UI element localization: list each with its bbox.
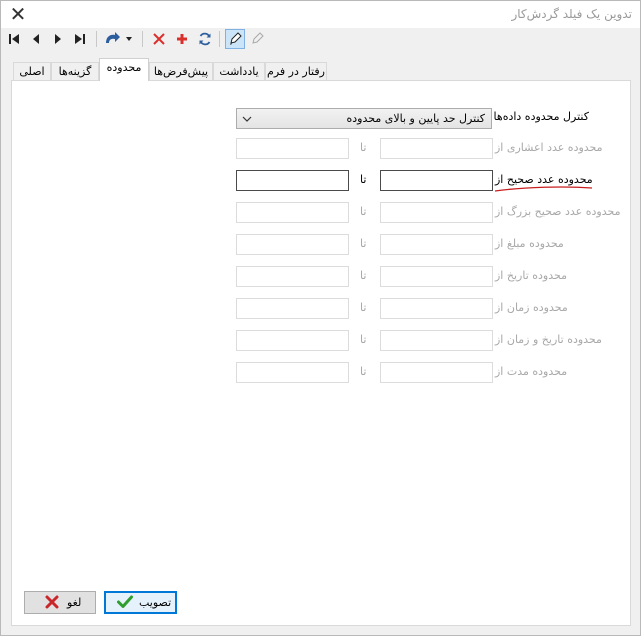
range-integer-to-field[interactable] <box>236 170 349 191</box>
refresh-icon[interactable] <box>195 29 215 49</box>
range-amount-from-field <box>380 234 493 255</box>
tab-options[interactable]: گزینه‌ها <box>51 62 99 82</box>
range-datetime-to-field <box>236 330 349 351</box>
range-datetime-label: محدوده تاریخ و زمان از <box>495 333 602 346</box>
range-time-to-label: تا <box>360 301 367 314</box>
close-icon[interactable]: ✕ <box>7 3 29 25</box>
last-record-icon[interactable] <box>70 29 90 49</box>
range-time-from-field <box>380 298 493 319</box>
delete-icon[interactable] <box>149 29 169 49</box>
cancel-x-icon <box>45 595 59 609</box>
range-date-to-label: تا <box>360 269 367 282</box>
tab-defaults[interactable]: پیش‌فرض‌ها <box>149 62 213 82</box>
range-date-to-field <box>236 266 349 287</box>
range-datetime-to-label: تا <box>360 333 367 346</box>
redo-dropdown-icon[interactable] <box>102 29 136 49</box>
range-biginteger-from-field <box>380 202 493 223</box>
range-date-label: محدوده تاریخ از <box>495 269 567 282</box>
range-biginteger-to-field <box>236 202 349 223</box>
edit-pencil-icon[interactable] <box>225 29 245 49</box>
range-duration-to-field <box>236 362 349 383</box>
check-icon <box>117 595 133 608</box>
range-decimal-from-field <box>380 138 493 159</box>
toolbar-separator <box>96 31 97 47</box>
range-datetime-from-field <box>380 330 493 351</box>
range-time-to-field <box>236 298 349 319</box>
tab-form-behavior[interactable]: رفتار در فرم <box>265 62 327 82</box>
range-date-from-field <box>380 266 493 287</box>
dialog-window: تدوین یک فیلد گردش‌کار ✕ <box>0 0 641 636</box>
title-bar: تدوین یک فیلد گردش‌کار ✕ <box>1 1 640 28</box>
prev-record-icon[interactable] <box>26 29 46 49</box>
add-icon[interactable] <box>172 29 192 49</box>
toolbar-separator <box>219 31 220 47</box>
tab-main[interactable]: اصلی <box>13 62 51 82</box>
range-integer-from-field[interactable] <box>380 170 493 191</box>
window-title: تدوین یک فیلد گردش‌کار <box>511 7 632 21</box>
range-amount-to-label: تا <box>360 237 367 250</box>
range-decimal-to-field <box>236 138 349 159</box>
range-duration-from-field <box>380 362 493 383</box>
next-record-icon[interactable] <box>48 29 68 49</box>
range-amount-label: محدوده مبلغ از <box>495 237 564 250</box>
range-biginteger-to-label: تا <box>360 205 367 218</box>
range-decimal-to-label: تا <box>360 141 367 154</box>
range-control-label: کنترل محدوده داده‌ها <box>493 110 589 123</box>
cancel-button[interactable]: لغو <box>24 591 96 614</box>
toolbar-separator <box>142 31 143 47</box>
ok-button[interactable]: تصویب <box>104 591 177 614</box>
range-duration-to-label: تا <box>360 365 367 378</box>
range-amount-to-field <box>236 234 349 255</box>
ok-label: تصویب <box>139 596 172 609</box>
first-record-icon[interactable] <box>4 29 24 49</box>
tab-range[interactable]: محدوده <box>99 58 149 81</box>
range-control-select[interactable]: کنترل حد پایین و بالای محدوده <box>236 108 492 129</box>
range-integer-to-label: تا <box>360 173 367 186</box>
tab-notes[interactable]: یادداشت <box>213 62 265 82</box>
range-control-value: کنترل حد پایین و بالای محدوده <box>346 112 485 125</box>
annotation-underline <box>494 186 593 192</box>
range-time-label: محدوده زمان از <box>495 301 568 314</box>
range-decimal-label: محدوده عدد اعشاری از <box>495 141 603 154</box>
edit-pencil-disabled-icon <box>247 29 267 49</box>
range-biginteger-label: محدوده عدد صحیح بزرگ از <box>495 205 621 218</box>
range-panel <box>11 80 631 626</box>
toolbar <box>1 28 640 50</box>
range-duration-label: محدوده مدت از <box>495 365 568 378</box>
cancel-label: لغو <box>67 596 82 609</box>
chevron-down-icon <box>242 116 252 122</box>
